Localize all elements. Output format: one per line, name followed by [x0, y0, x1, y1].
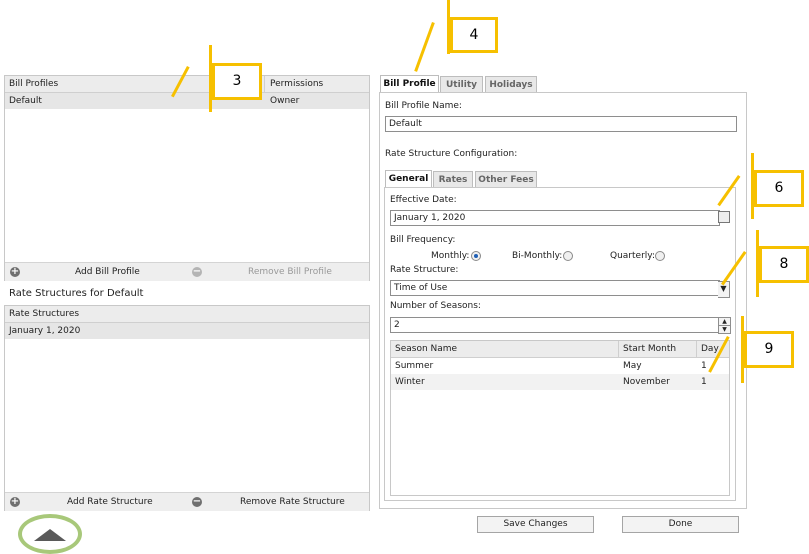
remove-icon[interactable]: − [192, 267, 202, 277]
bill-profile-permission: Owner [270, 96, 300, 106]
bill-frequency-label: Bill Frequency: [390, 235, 456, 245]
bill-profile-name: Default [9, 96, 42, 106]
save-changes-button[interactable]: Save Changes [477, 516, 594, 533]
callout-4-leader [414, 22, 435, 72]
num-seasons-label: Number of Seasons: [390, 301, 481, 311]
calendar-icon[interactable] [718, 211, 730, 223]
rate-structure-label: Rate Structure: [390, 265, 459, 275]
bill-profile-name-input[interactable]: Default [385, 116, 737, 132]
bill-profile-row[interactable]: Default Owner [5, 93, 369, 109]
bill-profiles-header: Bill Profiles Permissions [5, 76, 369, 93]
seasons-header: Season Name Start Month Day [391, 341, 729, 358]
col-header-rate-structures[interactable]: Rate Structures [9, 309, 79, 320]
effective-date-label: Effective Date: [390, 195, 457, 205]
season-day: 1 [701, 361, 707, 371]
col-header-bill-profiles[interactable]: Bill Profiles [9, 79, 58, 90]
add-icon[interactable]: + [10, 497, 20, 507]
callout-3: 3 [212, 63, 262, 100]
col-header-day[interactable]: Day [701, 344, 719, 355]
tab-utility[interactable]: Utility [440, 76, 483, 93]
rate-structure-config-label: Rate Structure Configuration: [385, 149, 518, 159]
logo-fragment [18, 514, 82, 554]
callout-6: 6 [754, 170, 804, 207]
add-icon[interactable]: + [10, 267, 20, 277]
tab-bill-profile[interactable]: Bill Profile [380, 75, 439, 93]
logo-roof-icon [34, 529, 66, 541]
subtab-rates[interactable]: Rates [433, 171, 473, 188]
col-divider [696, 341, 697, 357]
callout-9: 9 [744, 331, 794, 368]
freq-quarterly-label: Quarterly: [610, 251, 655, 261]
add-rate-structure-button[interactable]: Add Rate Structure [67, 497, 153, 508]
remove-rate-structure-button[interactable]: Remove Rate Structure [240, 497, 345, 508]
rate-structure-select[interactable]: Time of Use [390, 280, 720, 296]
freq-monthly-radio[interactable] [471, 251, 481, 261]
rate-structures-title: Rate Structures for Default [9, 288, 144, 299]
bill-profile-name-label: Bill Profile Name: [385, 101, 462, 111]
table-row[interactable]: Winter November 1 [391, 374, 729, 390]
col-divider [618, 341, 619, 357]
rate-structures-header: Rate Structures [5, 306, 369, 323]
bill-profiles-panel: Bill Profiles Permissions Default Owner … [4, 75, 370, 281]
subtab-other-fees[interactable]: Other Fees [475, 171, 537, 188]
done-button[interactable]: Done [622, 516, 739, 533]
add-bill-profile-button[interactable]: Add Bill Profile [75, 267, 140, 278]
bill-profile-tab-panel: Bill Profile Name: Default Rate Structur… [379, 92, 747, 509]
general-tab-panel: Effective Date: January 1, 2020 Bill Fre… [384, 187, 736, 501]
season-name: Summer [395, 361, 434, 371]
tab-holidays[interactable]: Holidays [485, 76, 537, 93]
table-row[interactable]: Summer May 1 [391, 358, 729, 374]
col-header-season-name[interactable]: Season Name [395, 344, 457, 355]
effective-date-input[interactable]: January 1, 2020 [390, 210, 720, 226]
callout-4: 4 [450, 17, 498, 53]
remove-bill-profile-button[interactable]: Remove Bill Profile [248, 267, 332, 278]
freq-bimonthly-radio[interactable] [563, 251, 573, 261]
num-seasons-stepper[interactable]: 2 [390, 317, 720, 333]
subtab-general[interactable]: General [385, 170, 432, 188]
rate-structures-footer: + Add Rate Structure − Remove Rate Struc… [5, 492, 369, 511]
season-start-month: November [623, 377, 670, 387]
rate-structure-date: January 1, 2020 [9, 326, 81, 336]
col-header-permissions[interactable]: Permissions [270, 79, 323, 90]
seasons-table: Season Name Start Month Day Summer May 1… [390, 340, 730, 496]
freq-bimonthly-label: Bi-Monthly: [512, 251, 563, 261]
season-day: 1 [701, 377, 707, 387]
col-header-start-month[interactable]: Start Month [623, 344, 676, 355]
season-name: Winter [395, 377, 425, 387]
freq-monthly-label: Monthly: [431, 251, 470, 261]
callout-8: 8 [759, 246, 809, 283]
col-divider [264, 76, 265, 92]
freq-quarterly-radio[interactable] [655, 251, 665, 261]
season-start-month: May [623, 361, 642, 371]
rate-structure-row[interactable]: January 1, 2020 [5, 323, 369, 339]
remove-icon[interactable]: − [192, 497, 202, 507]
stepper-down-icon[interactable]: ▼ [718, 325, 731, 334]
bill-profiles-footer: + Add Bill Profile − Remove Bill Profile [5, 262, 369, 281]
rate-structures-panel: Rate Structures January 1, 2020 + Add Ra… [4, 305, 370, 511]
